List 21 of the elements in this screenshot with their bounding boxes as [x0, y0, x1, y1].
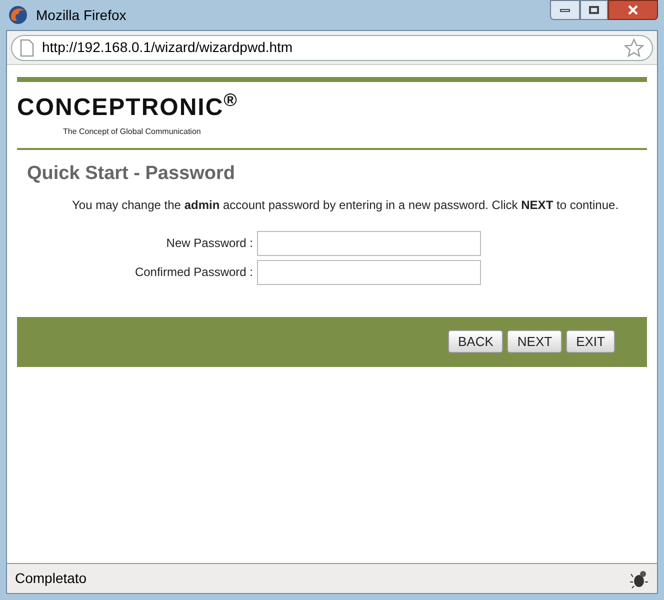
password-field[interactable]	[257, 230, 481, 256]
address-field[interactable]: http://192.168.0.1/wizard/wizardpwd.htm	[11, 34, 653, 60]
maximize-button[interactable]	[580, 0, 608, 20]
close-icon	[628, 5, 638, 15]
close-button[interactable]	[608, 0, 658, 20]
browser-logo-icon	[8, 5, 28, 25]
minimize-button[interactable]	[550, 0, 580, 20]
wizard-button[interactable]: EXIT	[566, 330, 615, 353]
field-label: Confirmed Password :	[134, 264, 254, 281]
intro-text: You may change the admin account password by entering in a new password. Click NEXT to continue.	[71, 196, 620, 212]
field-label: New Password :	[165, 235, 254, 252]
bug-icon[interactable]	[629, 568, 649, 588]
window-title: Mozilla Firefox	[36, 6, 126, 24]
wizard-button[interactable]: NEXT	[507, 330, 562, 353]
page-icon	[20, 38, 34, 56]
status-text: Completato	[15, 569, 87, 588]
page-heading: Quick Start - Password	[26, 162, 236, 186]
password-field[interactable]	[257, 260, 481, 284]
star-icon[interactable]	[624, 38, 644, 58]
tagline: The Concept of Global Communication	[62, 126, 202, 138]
wizard-button[interactable]: BACK	[448, 330, 504, 353]
